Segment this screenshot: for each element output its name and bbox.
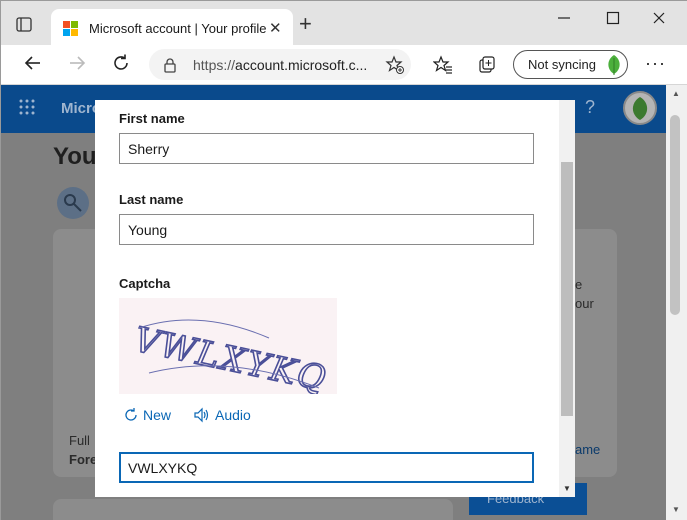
browser-window: Microsoft account | Your profile ✕ + htt…	[0, 0, 687, 520]
first-name-label: First name	[119, 111, 185, 126]
tab-bar: Microsoft account | Your profile ✕ +	[1, 1, 687, 46]
tab-title: Microsoft account | Your profile	[89, 21, 267, 36]
app-launcher-icon[interactable]	[19, 99, 35, 120]
address-bar[interactable]: https://account.microsoft.c...	[149, 49, 411, 80]
edit-name-dialog: First name Sherry Last name Young Captch…	[95, 100, 575, 497]
first-name-field[interactable]: Sherry	[119, 133, 534, 164]
new-tab-button[interactable]: +	[299, 13, 312, 35]
key-icon	[57, 187, 89, 219]
audio-captcha-button[interactable]: Audio	[193, 407, 251, 423]
more-options-icon[interactable]: ···	[645, 53, 666, 74]
page-scroll-thumb[interactable]	[670, 115, 680, 315]
secondary-card	[53, 499, 453, 520]
browser-tab[interactable]: Microsoft account | Your profile ✕	[51, 9, 293, 46]
maximize-icon[interactable]	[606, 11, 620, 29]
scroll-down-icon[interactable]: ▼	[672, 505, 680, 514]
back-icon[interactable]	[21, 53, 45, 77]
forward-icon[interactable]	[65, 53, 89, 77]
close-tab-icon[interactable]: ✕	[269, 19, 282, 37]
collections-icon[interactable]	[477, 55, 497, 75]
bg-text-full: Full	[69, 433, 90, 448]
refresh-captcha-icon	[125, 408, 137, 421]
dialog-scroll-down-icon[interactable]: ▼	[563, 484, 571, 493]
last-name-field[interactable]: Young	[119, 214, 534, 245]
bg-text-right1: e	[575, 277, 583, 292]
url-text[interactable]: https://account.microsoft.c...	[193, 57, 367, 73]
last-name-label: Last name	[119, 192, 184, 207]
favorites-icon[interactable]	[432, 55, 453, 75]
microsoft-logo-icon	[63, 21, 78, 36]
minimize-icon[interactable]	[557, 11, 571, 29]
add-favorite-icon[interactable]	[385, 55, 405, 80]
leaf-avatar-icon	[604, 54, 624, 81]
captcha-image-text: VWLXYKQ	[131, 320, 331, 394]
refresh-icon[interactable]	[109, 53, 133, 77]
bg-text-fore: Fore	[69, 452, 98, 467]
browser-toolbar: https://account.microsoft.c... Not synci…	[1, 45, 687, 85]
tab-actions-icon[interactable]	[15, 15, 35, 35]
captcha-input[interactable]: VWLXYKQ	[119, 452, 534, 483]
bg-text-right3: ame	[575, 442, 601, 457]
captcha-image: VWLXYKQ	[119, 298, 337, 400]
dialog-scrollbar[interactable]: ▼	[559, 100, 575, 497]
sync-profile-button[interactable]: Not syncing	[513, 50, 628, 79]
avatar[interactable]	[623, 91, 657, 125]
page-scrollbar[interactable]: ▲ ▼	[666, 85, 687, 520]
bg-text-right2: our	[575, 296, 594, 311]
lock-icon[interactable]	[163, 57, 177, 78]
page-title: You	[53, 143, 97, 170]
window-close-icon[interactable]	[652, 11, 666, 29]
new-captcha-button[interactable]: New	[123, 407, 171, 423]
scroll-up-icon[interactable]: ▲	[672, 89, 680, 98]
speaker-icon	[194, 407, 209, 423]
dialog-scroll-thumb[interactable]	[561, 162, 573, 416]
captcha-label: Captcha	[119, 276, 171, 291]
help-icon[interactable]: ?	[585, 97, 595, 118]
